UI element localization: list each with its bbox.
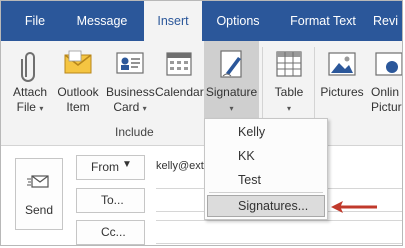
- tab-review[interactable]: Revi: [373, 1, 402, 41]
- cc-button[interactable]: Cc...: [76, 220, 145, 245]
- include-group-label: Include: [115, 125, 154, 139]
- cc-field[interactable]: [156, 220, 402, 244]
- pictures-button[interactable]: Pictures: [317, 41, 367, 129]
- tab-options[interactable]: Options: [207, 1, 269, 41]
- outlook-message-window: File Message Insert Options Format Text …: [0, 0, 403, 246]
- red-arrow-icon: [329, 199, 379, 218]
- calendar-button[interactable]: Calendar: [155, 41, 204, 129]
- chevron-down-icon: ▼: [122, 159, 132, 170]
- outlook-item-button[interactable]: Outlook Item: [53, 41, 103, 129]
- picture-icon: [327, 49, 357, 83]
- dropdown-caret-icon: ▾: [286, 104, 291, 113]
- signatures-menu-item[interactable]: Signatures...: [207, 195, 325, 217]
- send-envelope-icon: [27, 173, 51, 194]
- compose-header: Send From ▼ kelly@ext To... Cc...: [1, 146, 402, 245]
- tab-message[interactable]: Message: [67, 1, 137, 41]
- send-label: Send: [24, 203, 54, 217]
- business-card-icon: [115, 49, 145, 83]
- dropdown-caret-icon: ▾: [229, 104, 234, 113]
- tab-insert[interactable]: Insert: [144, 1, 202, 43]
- envelope-icon: [63, 49, 93, 83]
- to-button[interactable]: To...: [76, 188, 145, 213]
- table-button[interactable]: Table ▾: [266, 41, 312, 129]
- signature-item-kelly[interactable]: Kelly: [205, 122, 327, 142]
- signature-pen-icon: [218, 49, 246, 85]
- calendar-icon: [165, 49, 193, 83]
- dropdown-caret-icon: ▾: [39, 104, 44, 113]
- signature-button[interactable]: Signature ▾: [204, 41, 259, 129]
- paperclip-icon: [20, 49, 40, 87]
- online-pictures-button[interactable]: Onlin Pictur: [369, 41, 402, 129]
- table-grid-icon: [275, 49, 303, 83]
- from-button[interactable]: From ▼: [76, 155, 145, 180]
- signature-item-kk[interactable]: KK: [205, 146, 327, 166]
- tab-format-text[interactable]: Format Text: [279, 1, 367, 41]
- from-address: kelly@ext: [156, 160, 204, 172]
- online-picture-icon: [374, 49, 402, 83]
- tab-file[interactable]: File: [13, 1, 57, 41]
- signature-item-test[interactable]: Test: [205, 170, 327, 190]
- signature-dropdown-menu: Kelly KK Test Signatures...: [204, 118, 328, 220]
- ribbon-insert: Attach File ▾ Outlook Item Business Card…: [1, 41, 402, 146]
- dropdown-caret-icon: ▾: [142, 104, 147, 113]
- ribbon-tab-bar: File Message Insert Options Format Text …: [1, 1, 402, 43]
- send-button[interactable]: Send: [15, 158, 63, 230]
- menu-separator: [209, 192, 323, 193]
- attach-file-button[interactable]: Attach File ▾: [9, 41, 51, 129]
- business-card-button[interactable]: Business Card ▾: [106, 41, 155, 129]
